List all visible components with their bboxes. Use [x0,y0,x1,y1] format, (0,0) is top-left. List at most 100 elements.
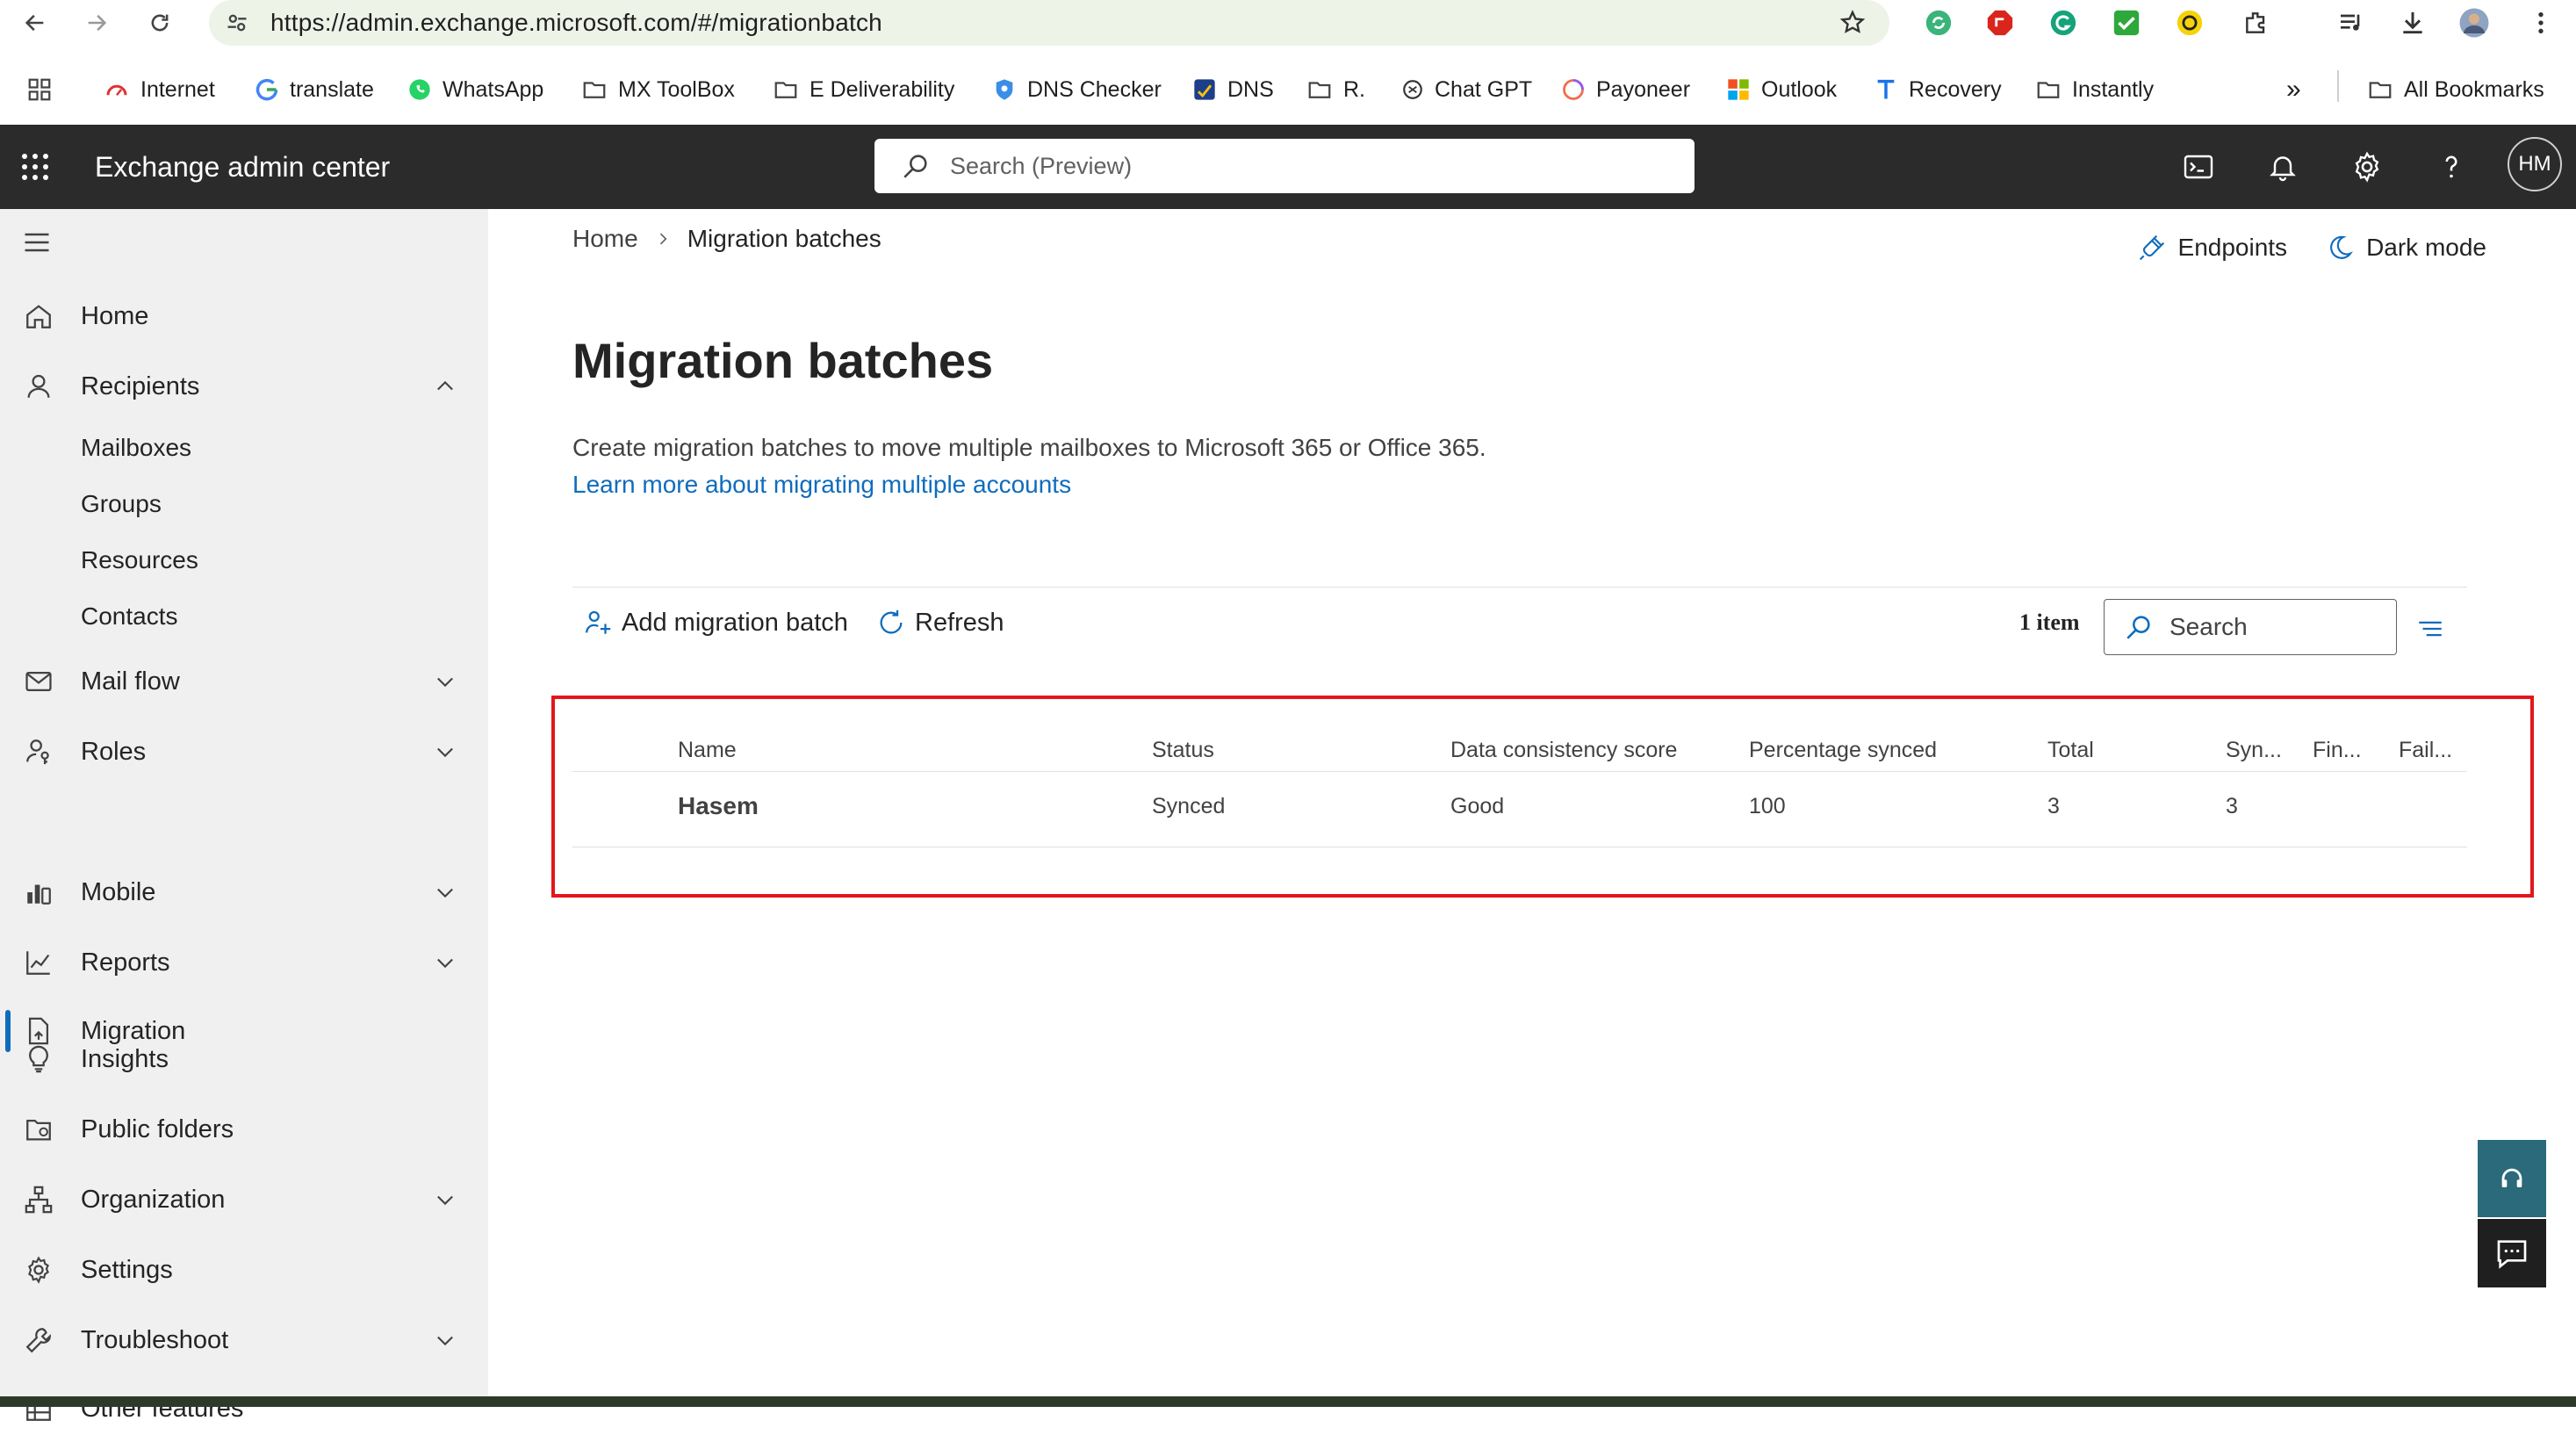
cell-status: Synced [1152,794,1226,818]
reload-icon[interactable] [144,7,176,39]
chevron-down-icon[interactable] [430,948,460,977]
extensions-puzzle-icon[interactable] [2241,7,2272,39]
endpoints-button[interactable]: Endpoints [2138,234,2287,262]
filter-lines-icon[interactable] [2413,611,2448,646]
chevron-down-icon[interactable] [430,877,460,907]
add-migration-batch-button[interactable]: Add migration batch [583,608,848,638]
download-icon[interactable] [2397,7,2428,39]
settings-gear-icon[interactable] [2348,148,2386,186]
bookmark-dns[interactable]: DNS [1192,72,1274,107]
bookmark-outlook[interactable]: Outlook [1726,72,1837,107]
column-header-synced[interactable]: Syn... [2226,738,2282,763]
cell-name[interactable]: Hasem [678,792,759,820]
sidebar-item-mail-flow[interactable]: Mail flow [0,655,488,708]
cloud-shell-icon[interactable] [2179,148,2218,186]
bookmark-star-icon[interactable] [1838,9,1867,37]
feedback-button[interactable] [2478,1219,2546,1287]
column-header-consistency[interactable]: Data consistency score [1450,738,1677,763]
sidebar-item-label: Roles [81,737,147,766]
yellow-extension-icon[interactable] [2174,7,2205,39]
app-launcher-icon[interactable] [19,151,51,183]
mobile-chart-icon [21,875,56,910]
column-header-total[interactable]: Total [2047,738,2094,763]
page-title: Migration batches [572,333,994,388]
header-search-placeholder: Search (Preview) [950,152,1133,179]
column-header-failed[interactable]: Fail... [2399,738,2452,763]
sync-extension-icon[interactable] [1923,7,1954,39]
sidebar: Home Recipients Mailboxes Groups Resourc… [0,209,488,1407]
help-question-icon[interactable] [2432,148,2471,186]
search-icon [901,151,931,181]
adblock-extension-icon[interactable] [1984,7,2016,39]
column-header-percentage[interactable]: Percentage synced [1749,738,1937,763]
search-icon [2124,612,2154,642]
support-headset-button[interactable] [2478,1140,2546,1217]
page-actions: Endpoints Dark mode [2138,234,2486,262]
sidebar-item-label: Recipients [81,371,200,400]
bookmark-translate[interactable]: translate [255,72,374,107]
bookmark-folder-instantly[interactable]: Instantly [2035,72,2154,107]
bookmark-folder-deliverability[interactable]: E Deliverability [773,72,954,107]
bookmark-chatgpt[interactable]: Chat GPT [1401,72,1532,107]
folder-icon [1308,82,1331,98]
main-content: Home Migration batches Endpoints Dark mo… [488,209,2576,1407]
sidebar-item-mobile[interactable]: Mobile [0,866,488,919]
apps-grid-icon[interactable] [26,72,53,107]
browser-menu-icon[interactable] [2525,7,2557,39]
app-title[interactable]: Exchange admin center [95,151,390,184]
notifications-bell-icon[interactable] [2263,148,2302,186]
sidebar-item-reports[interactable]: Reports [0,936,488,989]
sidebar-item-home[interactable]: Home [0,290,488,343]
bookmark-whatsapp[interactable]: WhatsApp [407,72,543,107]
sidebar-subitem-resources[interactable]: Resources [81,546,198,574]
browser-toolbar: https://admin.exchange.microsoft.com/#/m… [0,0,2576,46]
chevron-down-icon[interactable] [430,737,460,767]
all-bookmarks-button[interactable]: All Bookmarks [2367,72,2544,107]
payoneer-icon [1563,79,1584,100]
grammarly-extension-icon[interactable] [2047,7,2079,39]
chevron-down-icon[interactable] [430,667,460,696]
bookmark-dns-checker[interactable]: DNS Checker [992,72,1162,107]
folder-icon [583,82,606,98]
bookmark-internet[interactable]: Internet [104,72,215,107]
person-key-icon [21,734,56,769]
bookmark-folder-mxtoolbox[interactable]: MX ToolBox [581,72,735,107]
chevron-up-icon[interactable] [430,371,460,401]
column-header-status[interactable]: Status [1152,738,1214,763]
line-chart-icon [21,945,56,980]
forward-icon[interactable] [81,7,112,39]
user-avatar[interactable]: HM [2508,137,2562,191]
breadcrumb-home[interactable]: Home [572,225,638,253]
sidebar-item-recipients[interactable]: Recipients [0,360,488,413]
bookmark-recovery[interactable]: Recovery [1874,72,2002,107]
checkmark-extension-icon[interactable] [2111,7,2142,39]
hamburger-menu-icon[interactable] [21,227,53,258]
site-settings-icon[interactable] [225,11,249,35]
person-icon [21,369,56,404]
dark-mode-toggle[interactable]: Dark mode [2326,234,2486,262]
bookmark-folder-r[interactable]: R. [1306,72,1365,107]
header-search-input[interactable]: Search (Preview) [874,139,1695,193]
sidebar-subitem-groups[interactable]: Groups [81,490,162,518]
bookmark-payoneer[interactable]: Payoneer [1561,72,1690,107]
column-header-finalized[interactable]: Fin... [2313,738,2362,763]
plug-icon [2139,234,2164,261]
list-search-input[interactable]: Search [2104,599,2397,655]
sidebar-item-roles[interactable]: Roles [0,725,488,778]
sidebar-subitem-mailboxes[interactable]: Mailboxes [81,434,191,462]
command-bar-divider [572,587,2467,588]
back-icon[interactable] [19,7,51,39]
address-bar[interactable]: https://admin.exchange.microsoft.com/#/m… [209,0,1889,46]
sidebar-subitem-contacts[interactable]: Contacts [81,602,178,631]
refresh-button[interactable]: Refresh [876,608,1004,638]
profile-avatar-icon[interactable] [2458,7,2490,39]
sidebar-item-label: Home [81,301,149,330]
media-control-icon[interactable] [2335,7,2367,39]
column-header-name[interactable]: Name [678,738,737,763]
dns-checker-icon [996,79,1013,100]
learn-more-link[interactable]: Learn more about migrating multiple acco… [572,471,1071,499]
sidebar-item-migration[interactable]: Migration [0,1005,488,1057]
table-row[interactable]: Hasem Synced Good 100 3 3 [572,773,2467,847]
chat-feedback-icon [2497,1240,2527,1269]
more-bookmarks-button[interactable]: » [2286,72,2301,107]
